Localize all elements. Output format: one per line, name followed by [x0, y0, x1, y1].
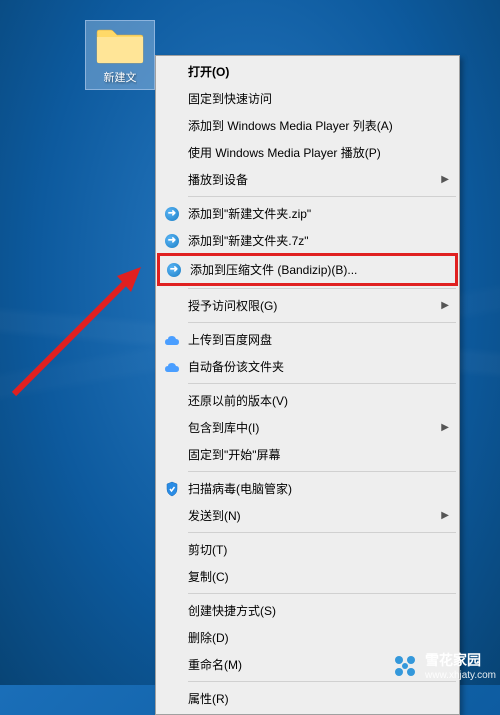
menu-cut[interactable]: 剪切(T) — [158, 536, 457, 563]
context-menu: 打开(O) 固定到快速访问 添加到 Windows Media Player 列… — [155, 55, 460, 715]
separator — [188, 593, 456, 594]
menu-add-compress-bandizip[interactable]: ➜ 添加到压缩文件 (Bandizip)(B)... — [157, 253, 458, 286]
menu-copy[interactable]: 复制(C) — [158, 563, 457, 590]
watermark-url: www.xhjaty.com — [425, 670, 496, 681]
desktop: 新建文 打开(O) 固定到快速访问 添加到 Windows Media Play… — [0, 0, 500, 685]
baidu-cloud-icon — [164, 359, 180, 375]
shield-icon — [164, 481, 180, 497]
menu-add-zip[interactable]: ➜ 添加到"新建文件夹.zip" — [158, 200, 457, 227]
menu-properties[interactable]: 属性(R) — [158, 685, 457, 712]
separator — [188, 471, 456, 472]
bandizip-icon: ➜ — [164, 233, 180, 249]
menu-add-wmp-list[interactable]: 添加到 Windows Media Player 列表(A) — [158, 112, 457, 139]
watermark-brand: 雪花家园 — [425, 650, 496, 670]
folder-icon — [95, 25, 145, 65]
chevron-right-icon: ▶ — [441, 510, 449, 521]
bandizip-icon: ➜ — [166, 262, 182, 278]
menu-scan-virus[interactable]: 扫描病毒(电脑管家) — [158, 475, 457, 502]
menu-pin-quick-access[interactable]: 固定到快速访问 — [158, 85, 457, 112]
separator — [188, 196, 456, 197]
menu-grant-access[interactable]: 授予访问权限(G) ▶ — [158, 292, 457, 319]
separator — [188, 681, 456, 682]
menu-open[interactable]: 打开(O) — [158, 58, 457, 85]
folder-label: 新建文 — [104, 69, 137, 85]
separator — [188, 288, 456, 289]
separator — [188, 322, 456, 323]
menu-auto-backup[interactable]: 自动备份该文件夹 — [158, 353, 457, 380]
menu-add-7z[interactable]: ➜ 添加到"新建文件夹.7z" — [158, 227, 457, 254]
menu-play-to-device[interactable]: 播放到设备 ▶ — [158, 166, 457, 193]
menu-delete[interactable]: 删除(D) — [158, 624, 457, 651]
menu-send-to[interactable]: 发送到(N) ▶ — [158, 502, 457, 529]
menu-play-wmp[interactable]: 使用 Windows Media Player 播放(P) — [158, 139, 457, 166]
menu-create-shortcut[interactable]: 创建快捷方式(S) — [158, 597, 457, 624]
watermark: 雪花家园 www.xhjaty.com — [391, 650, 496, 681]
chevron-right-icon: ▶ — [441, 174, 449, 185]
menu-include-library[interactable]: 包含到库中(I) ▶ — [158, 414, 457, 441]
menu-restore-previous[interactable]: 还原以前的版本(V) — [158, 387, 457, 414]
menu-upload-baidu[interactable]: 上传到百度网盘 — [158, 326, 457, 353]
bandizip-icon: ➜ — [164, 206, 180, 222]
desktop-folder[interactable]: 新建文 — [85, 20, 155, 90]
annotation-arrow — [4, 264, 164, 404]
separator — [188, 383, 456, 384]
separator — [188, 532, 456, 533]
menu-pin-start[interactable]: 固定到"开始"屏幕 — [158, 441, 457, 468]
chevron-right-icon: ▶ — [441, 422, 449, 433]
watermark-logo-icon — [391, 652, 419, 680]
baidu-cloud-icon — [164, 332, 180, 348]
chevron-right-icon: ▶ — [441, 300, 449, 311]
